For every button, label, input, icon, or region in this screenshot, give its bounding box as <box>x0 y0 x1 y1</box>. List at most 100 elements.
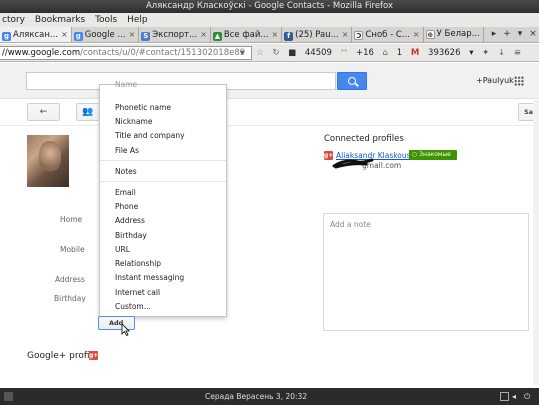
gdrive-icon: ▲ <box>212 32 222 41</box>
counter-value: 44509 <box>304 48 332 58</box>
google-user-link[interactable]: +Paulyuk <box>476 76 514 85</box>
apps-grid-icon[interactable] <box>514 76 524 86</box>
google-plus-icon[interactable]: g+ <box>89 351 98 360</box>
network-icon[interactable] <box>500 392 509 401</box>
tab-label: Экспорт... <box>152 30 198 40</box>
people-icon: 👥 <box>82 107 94 117</box>
close-icon[interactable]: × <box>129 30 136 39</box>
google-header: +Paulyuk <box>0 63 539 99</box>
tab-tut[interactable]: ⊕ У Белар... <box>424 27 484 42</box>
menu-item-notes[interactable]: Notes <box>115 167 137 176</box>
tab-files[interactable]: ▲ Все фай... × <box>211 27 283 42</box>
launcher-icon[interactable] <box>4 392 13 401</box>
field-label-home: Home <box>60 215 83 224</box>
power-icon[interactable]: ⏻ <box>524 392 533 401</box>
dropdown-icon[interactable]: ▾ <box>469 48 473 58</box>
dropdown-arrow-icon[interactable]: ▾ <box>240 48 244 57</box>
url-host: //www.google.com <box>2 48 81 58</box>
menu-item-name[interactable]: Name <box>115 80 137 89</box>
menu-item-email[interactable]: Email <box>115 188 136 197</box>
groups-button[interactable]: 👥 <box>76 103 100 121</box>
chart-icon[interactable]: ᐩᐩ <box>341 48 348 58</box>
tab-label: Сноб - С... <box>365 30 410 40</box>
close-icon[interactable]: × <box>61 30 68 39</box>
window-title-bar: Аляксандр Класкоўскі - Google Contacts -… <box>0 0 539 13</box>
system-clock[interactable]: Серада Верасень 3, 20:32 <box>205 388 307 405</box>
page-scrollbar[interactable] <box>533 100 539 385</box>
navigation-bar: //www.google.com/contacts/u/0/#contact/1… <box>0 44 539 62</box>
tab-facebook[interactable]: f (25) Pau... × <box>282 27 353 42</box>
back-arrow-icon: ← <box>39 107 48 117</box>
puzzle-icon[interactable]: ✦ <box>482 48 489 58</box>
search-button[interactable] <box>337 72 367 90</box>
facebook-icon: f <box>284 32 294 41</box>
menu-divider <box>100 160 226 161</box>
home-icon[interactable]: ⌂ <box>383 48 388 58</box>
menu-item-phone[interactable]: Phone <box>115 202 138 211</box>
menu-item-url[interactable]: URL <box>115 245 130 254</box>
url-bar[interactable]: //www.google.com/contacts/u/0/#contact/1… <box>0 46 252 60</box>
circle-badge-label: Знакомые <box>419 151 451 158</box>
tab-scroll-right-icon[interactable]: ▸ <box>489 29 499 40</box>
volume-icon[interactable]: ◂ <box>512 392 521 401</box>
tab-label: Google ... <box>84 30 126 40</box>
menu-item-title-company[interactable]: Title and company <box>115 131 185 140</box>
note-textarea[interactable]: Add a note <box>323 213 529 331</box>
field-label-address: Address <box>55 275 85 284</box>
menubar: ctory Bookmarks Tools Help <box>0 13 539 27</box>
menu-item-internet-call[interactable]: Internet call <box>115 288 160 297</box>
bookmark-star-icon[interactable]: ☆ <box>256 48 264 58</box>
menu-item-file-as[interactable]: File As <box>115 146 139 155</box>
close-icon[interactable]: × <box>413 30 420 39</box>
circle-badge[interactable]: ○ Знакомые <box>409 150 457 160</box>
mouse-cursor-icon <box>121 323 130 336</box>
counter-icon[interactable]: ■ <box>288 48 296 58</box>
menu-item-phonetic-name[interactable]: Phonetic name <box>115 103 171 112</box>
menu-history[interactable]: ctory <box>2 15 25 25</box>
tab-list-icon[interactable]: ▾ <box>515 29 525 40</box>
google-icon: g <box>73 32 83 41</box>
contact-toolbar: ← 👥 Save <box>0 100 539 126</box>
tab-label: У Белар... <box>436 29 480 39</box>
menu-item-address[interactable]: Address <box>115 216 145 225</box>
tab-label: Аляксан... <box>13 30 59 40</box>
menu-item-birthday[interactable]: Birthday <box>115 231 147 240</box>
tab-google[interactable]: g Google ... × <box>72 27 140 42</box>
menu-icon[interactable]: ≡ <box>514 48 521 58</box>
field-label-mobile: Mobile <box>60 245 85 254</box>
close-icon[interactable]: × <box>342 30 349 39</box>
mail-count: 393626 <box>428 48 461 58</box>
tab-snob[interactable]: Ↄ Сноб - С... × <box>352 27 424 42</box>
gmail-icon[interactable]: M <box>411 48 419 58</box>
refresh-icon[interactable]: ↻ <box>272 48 279 58</box>
download-icon[interactable]: ↓ <box>498 48 505 58</box>
menu-item-nickname[interactable]: Nickname <box>115 117 152 126</box>
gplus-profile-label: Google+ profile <box>27 351 98 361</box>
menu-tools[interactable]: Tools <box>95 15 117 25</box>
field-label-birthday: Birthday <box>54 294 86 303</box>
tab-contacts[interactable]: g Аляксан... × <box>0 27 72 42</box>
menu-divider <box>100 181 226 182</box>
back-button[interactable]: ← <box>27 103 60 121</box>
page-icon: S <box>141 32 151 41</box>
tab-export[interactable]: S Экспорт... × <box>139 27 211 42</box>
new-tab-icon[interactable]: + <box>502 29 512 40</box>
menu-item-relationship[interactable]: Relationship <box>115 259 161 268</box>
counter-delta: +16 <box>355 48 374 58</box>
note-placeholder: Add a note <box>330 220 371 229</box>
menu-item-instant-messaging[interactable]: Instant messaging <box>115 273 184 282</box>
tab-label: Все фай... <box>223 30 269 40</box>
close-window-icon[interactable]: × <box>528 29 538 40</box>
url-path: /contacts/u/0/#contact/151302018e89 <box>80 48 246 58</box>
window-title: Аляксандр Класкоўскі - Google Contacts -… <box>145 1 394 11</box>
menu-help[interactable]: Help <box>127 15 148 25</box>
snob-icon: Ↄ <box>354 31 364 40</box>
menu-bookmarks[interactable]: Bookmarks <box>35 15 85 25</box>
menu-item-custom[interactable]: Custom... <box>115 302 151 311</box>
tut-icon: ⊕ <box>425 30 435 39</box>
close-icon[interactable]: × <box>271 30 278 39</box>
close-icon[interactable]: × <box>200 30 207 39</box>
contact-photo[interactable] <box>27 135 69 187</box>
google-contacts-icon: g <box>2 32 11 41</box>
system-taskbar: Серада Верасень 3, 20:32 ◂ ⏻ <box>0 388 539 405</box>
